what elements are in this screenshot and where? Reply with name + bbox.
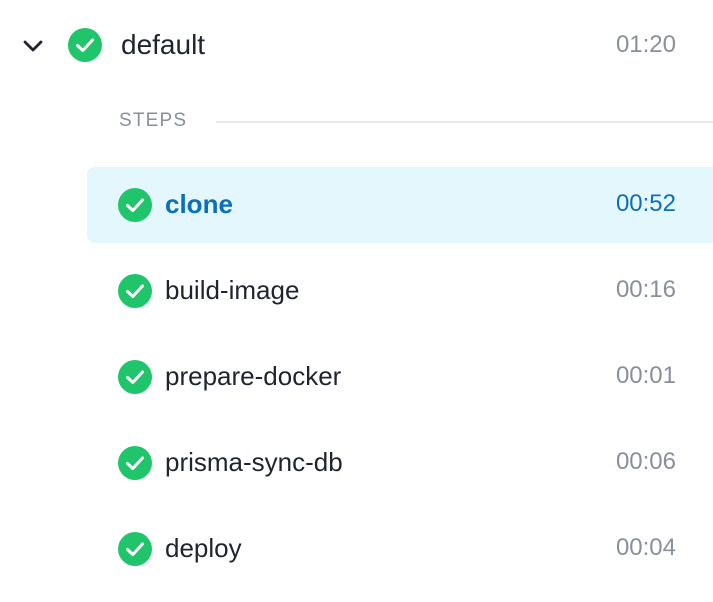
step-name: deploy [165,533,242,563]
chevron-down-icon[interactable] [20,33,46,59]
check-circle-icon [118,532,152,566]
step-duration: 00:04 [615,534,676,561]
step-duration: 00:06 [615,448,676,475]
stage-name: default [121,29,206,60]
steps-section-header: STEPS [119,108,713,136]
pipeline-stage-panel: default 01:20 STEPS clone 00:52 build-im… [0,0,713,602]
divider [216,121,713,123]
step-duration: 00:01 [615,362,676,389]
step-item-clone[interactable]: clone 00:52 [87,167,713,243]
stage-header[interactable]: default 01:20 [0,0,713,90]
steps-section-label: STEPS [119,110,188,131]
step-item-prepare-docker[interactable]: prepare-docker 00:01 [87,339,713,415]
step-duration: 00:16 [615,276,676,303]
check-circle-icon [118,446,152,480]
check-circle-icon [118,274,152,308]
step-item-prisma-sync-db[interactable]: prisma-sync-db 00:06 [87,425,713,501]
steps-list: clone 00:52 build-image 00:16 prepare-do… [87,167,713,597]
step-name: prepare-docker [165,361,342,391]
step-name: clone [165,189,233,219]
check-circle-icon [118,360,152,394]
step-item-deploy[interactable]: deploy 00:04 [87,511,713,587]
step-item-build-image[interactable]: build-image 00:16 [87,253,713,329]
check-circle-icon [68,28,102,62]
step-name: prisma-sync-db [165,447,343,477]
step-duration: 00:52 [615,190,676,217]
step-name: build-image [165,275,300,305]
stage-duration: 01:20 [615,31,676,58]
check-circle-icon [118,188,152,222]
